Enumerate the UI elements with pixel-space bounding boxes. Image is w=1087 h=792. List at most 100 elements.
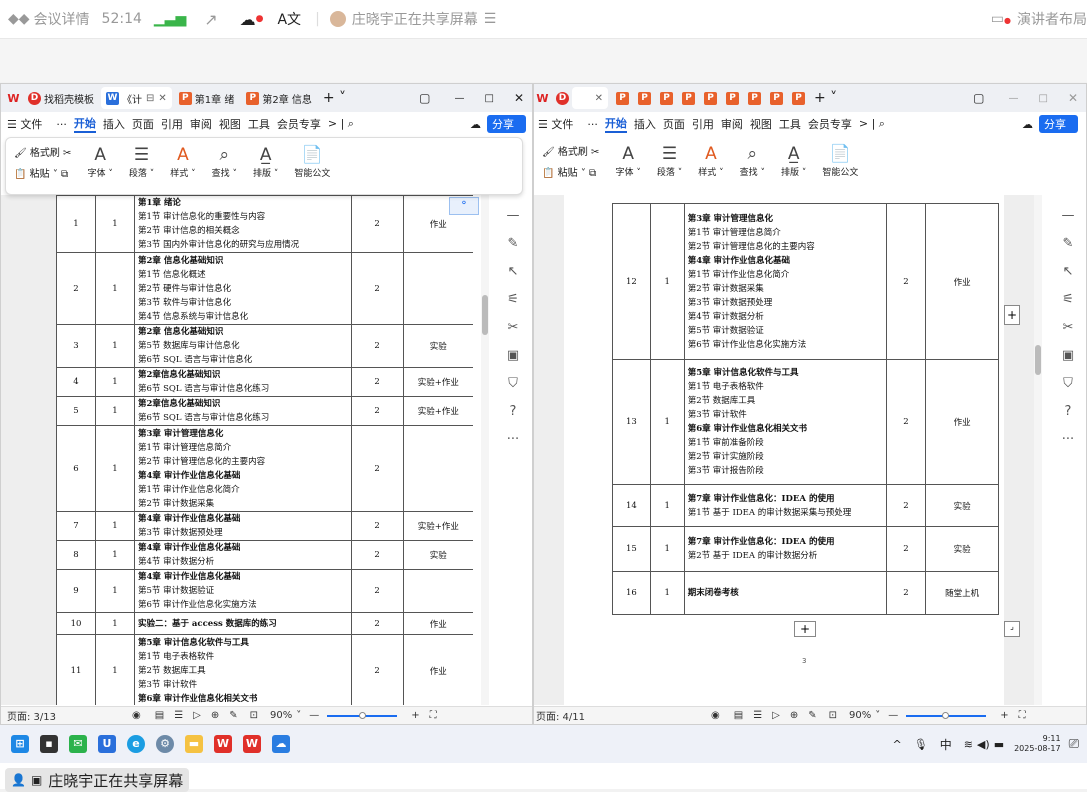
content-cell[interactable]: 第4章 审计作业信息化基础 第5节 审计数据验证 第6节 审计作业信息化实施方法 <box>133 569 352 613</box>
content-cell[interactable]: 第2章 信息化基础知识 第1节 信息化概述 第2节 硬件与审计信息化 第3节 软件与审… <box>133 252 352 325</box>
type-cell[interactable]: 实验 <box>402 324 473 368</box>
type-cell[interactable] <box>402 569 473 613</box>
type-cell[interactable]: 作业 <box>402 612 473 635</box>
week-cell[interactable]: 14 <box>612 484 651 527</box>
content-cell[interactable]: 第5章 审计信息化软件与工具 第1节 电子表格软件 第2节 数据库工具 第3节 审计软… <box>133 634 352 705</box>
ppt-tab-icon[interactable]: P <box>748 91 761 105</box>
pointer-icon[interactable]: ↖ <box>1063 258 1074 286</box>
session-cell[interactable]: 1 <box>94 612 135 635</box>
sharing-indicator[interactable]: 👤 ▣ 庄晓宇正在共享屏幕 <box>5 768 190 792</box>
pen-icon[interactable]: ✎ <box>1063 230 1074 258</box>
web-icon[interactable]: ⊕ <box>211 710 219 721</box>
type-cell[interactable] <box>402 252 473 325</box>
close-tab-icon[interactable]: ✕ <box>595 93 603 104</box>
maximize-icon[interactable]: □ <box>1038 93 1047 104</box>
hours-cell[interactable]: 2 <box>350 252 404 325</box>
type-cell[interactable]: 实验+作业 <box>402 367 473 397</box>
week-cell[interactable]: 11 <box>56 634 96 705</box>
type-cell[interactable]: 实验 <box>925 526 999 572</box>
add-column-button[interactable]: + <box>1004 305 1020 325</box>
smart-doc-button[interactable]: 📄 智能公文 <box>294 144 330 179</box>
week-cell[interactable]: 12 <box>612 203 651 360</box>
web-icon[interactable]: ⊕ <box>790 710 798 721</box>
content-cell[interactable]: 第2章信息化基础知识 第6节 SQL 语言与审计信息化练习 <box>133 396 352 426</box>
wps-logo-icon[interactable]: W <box>536 92 549 105</box>
zoom-knob[interactable] <box>942 711 950 719</box>
menu-file[interactable]: ☰ 文件 <box>538 116 580 132</box>
hours-cell[interactable]: 2 <box>350 425 404 512</box>
close-icon[interactable]: ✕ <box>1068 91 1078 105</box>
tab-doc[interactable]: W 《计 ⊟ ✕ <box>101 87 172 109</box>
popout-icon[interactable]: ↗ <box>204 10 217 29</box>
session-cell[interactable]: 1 <box>94 252 135 325</box>
shirt-icon[interactable]: ⛉ <box>508 370 518 398</box>
cloud-icon[interactable]: ☁ <box>1022 118 1033 131</box>
hours-cell[interactable]: 2 <box>885 203 927 360</box>
layout-button[interactable]: A̲ 排版 ˅ <box>781 143 806 178</box>
collapse-icon[interactable]: — <box>507 202 520 230</box>
session-cell[interactable]: 1 <box>94 634 135 705</box>
volume-icon[interactable]: ◀) <box>977 738 990 751</box>
menu-page[interactable]: 页面 <box>663 116 685 132</box>
left-scrollbar[interactable] <box>481 195 489 705</box>
format-painter-button[interactable]: 🖌 格式刷 ✂ 📋 粘贴 ˅ ⧉ <box>14 144 71 180</box>
restore-icon[interactable]: ▢ <box>973 91 984 105</box>
session-cell[interactable]: 1 <box>94 324 135 368</box>
shirt-icon[interactable]: ⛉ <box>1063 370 1073 398</box>
menu-vip[interactable]: 会员专享 <box>808 116 852 132</box>
wps-icon[interactable]: W <box>243 735 261 753</box>
wechat-icon[interactable]: ✉ <box>69 735 87 753</box>
ppt-tab-icon[interactable]: P <box>682 91 695 105</box>
content-cell[interactable]: 第5章 审计信息化软件与工具 第1节 电子表格软件 第2节 数据库工具 第3节 审计软… <box>683 359 887 485</box>
week-cell[interactable]: 7 <box>56 511 96 541</box>
smart-doc-button[interactable]: 📄 智能公文 <box>822 143 858 178</box>
fit-icon[interactable]: ⊡ <box>829 710 837 721</box>
content-cell[interactable]: 第2章 信息化基础知识 第5节 数据库与审计信息化 第6节 SQL 语言与审计信息化 <box>133 324 352 368</box>
add-row-button[interactable]: + <box>794 621 816 637</box>
content-cell[interactable]: 第1章 绪论 第1节 审计信息化的重要性与内容 第2节 审计信息的相关概念 第3节 国… <box>133 195 352 253</box>
tools-icon[interactable]: ✂ <box>1063 314 1074 342</box>
left-nav-icon[interactable]: ⚬ <box>449 197 479 215</box>
fullscreen-icon[interactable]: ⛶ <box>1019 710 1026 721</box>
week-cell[interactable]: 8 <box>56 540 96 570</box>
wps-logo-icon[interactable]: W <box>7 92 20 105</box>
hours-cell[interactable]: 2 <box>350 540 404 570</box>
scroll-thumb[interactable] <box>1035 345 1041 375</box>
session-cell[interactable]: 1 <box>94 540 135 570</box>
type-cell[interactable]: 实验 <box>925 484 999 527</box>
meeting-details[interactable]: ◆◆ 会议详情 <box>8 9 90 29</box>
scroll-thumb[interactable] <box>482 295 488 335</box>
play-icon[interactable]: ▷ <box>772 710 780 721</box>
menu-page[interactable]: 页面 <box>132 116 154 132</box>
find-button[interactable]: ⌕ 查找 ˅ <box>212 144 237 179</box>
type-cell[interactable]: 实验+作业 <box>402 511 473 541</box>
week-cell[interactable]: 16 <box>612 571 651 615</box>
zoom-level[interactable]: 90% <box>270 710 292 721</box>
ppt-tab-icon[interactable]: P <box>638 91 651 105</box>
find-button[interactable]: ⌕ 查找 ˅ <box>740 143 765 178</box>
session-cell[interactable]: 1 <box>649 571 685 615</box>
content-cell[interactable]: 第4章 审计作业信息化基础 第4节 审计数据分析 <box>133 540 352 570</box>
pen-mode-icon[interactable]: ✎ <box>808 710 816 721</box>
session-cell[interactable]: 1 <box>649 359 685 485</box>
content-cell[interactable]: 第2章信息化基础知识 第6节 SQL 语言与审计信息化练习 <box>133 367 352 397</box>
menu-home[interactable]: 开始 <box>73 115 96 133</box>
zoom-in-button[interactable]: + <box>411 710 419 721</box>
pointer-icon[interactable]: ↖ <box>508 258 519 286</box>
close-icon[interactable]: ✕ <box>514 91 524 105</box>
outline-icon[interactable]: ☰ <box>174 710 183 721</box>
type-cell[interactable]: 随堂上机 <box>925 571 999 615</box>
clock[interactable]: 9:11 2025-08-17 <box>1014 734 1061 754</box>
session-cell[interactable]: 1 <box>94 195 135 253</box>
week-cell[interactable]: 6 <box>56 425 96 512</box>
week-cell[interactable]: 3 <box>56 324 96 368</box>
docer-icon[interactable]: D <box>556 91 569 105</box>
content-cell[interactable]: 实验二：基于 access 数据库的练习 <box>133 612 352 635</box>
ime-indicator[interactable]: 中 <box>940 736 952 753</box>
collapse-icon[interactable]: — <box>1062 202 1075 230</box>
content-cell[interactable]: 第7章 审计作业信息化：IDEA 的使用 第1节 基于 IDEA 的审计数据采集与… <box>683 484 887 527</box>
pen-icon[interactable]: ✎ <box>508 230 519 258</box>
week-cell[interactable]: 2 <box>56 252 96 325</box>
tab-template[interactable]: D 找稻壳模板 <box>23 87 99 109</box>
session-cell[interactable]: 1 <box>94 396 135 426</box>
